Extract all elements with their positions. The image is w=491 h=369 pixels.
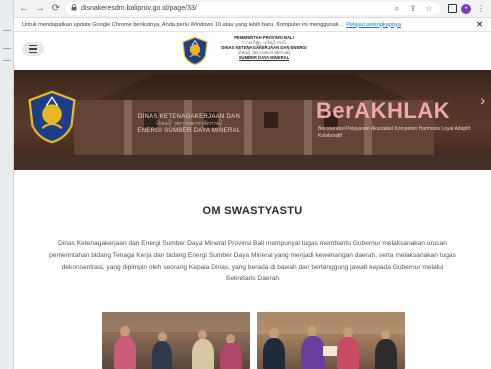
berakhlak-slogan: BerAKHLAK	[316, 98, 451, 123]
url-text[interactable]: disnakeresdm.baliprov.go.id/page/33/	[81, 5, 197, 12]
section-title: OM SWASTYASTU	[202, 205, 303, 217]
intro-paragraph: Dinas Ketenagakerjaan dan Energi Sumber …	[49, 240, 456, 283]
reload-icon[interactable]: ⟳	[50, 0, 62, 18]
hero-agency-line-3: ENERGI SUMBER DAYA MINERAL	[137, 128, 241, 134]
hero-banner: DINAS KETENAGAKERJAAN DAN ᬤᬶᬦᬲ᭄ ᬓᬾᬢᬾᬦᬕᬓᬾ…	[14, 70, 491, 170]
bali-emblem-large-icon	[28, 90, 76, 144]
bookmark-star-icon[interactable]: ☆	[423, 4, 435, 13]
hero-agency-text: DINAS KETENAGAKERJAAN DAN ᬤᬶᬦᬲ᭄ ᬓᬾᬢᬾᬦᬕᬓᬾ…	[94, 114, 284, 135]
search-icon[interactable]: ⌕	[391, 4, 403, 14]
header-institution-text: PEMERINTAH PROVINSI BALI ᬧᬾᬫᬾᬭᬶᬦ᭄ᬢᬄ ᬧ᭄ᬭᬧ…	[214, 35, 314, 61]
infobar-learn-more-link[interactable]: Pelajari selengkapnya	[346, 22, 401, 28]
activity-photo-1[interactable]	[102, 312, 250, 369]
address-bar[interactable]: disnakeresdm.baliprov.go.id/page/33/ ⌕ ⇪…	[66, 2, 440, 15]
header-line-5: SUMBER DAYA MINERAL	[238, 55, 290, 61]
hamburger-menu-button[interactable]	[22, 42, 44, 56]
browser-toolbar: ← → ⟳ disnakeresdm.baliprov.go.id/page/3…	[14, 0, 491, 18]
profile-avatar[interactable]: •	[461, 3, 471, 14]
activity-photo-2[interactable]	[257, 312, 405, 369]
share-icon[interactable]: ⇪	[407, 4, 419, 13]
left-window-edge	[0, 0, 14, 369]
infobar-message: Untuk mendapatkan update Google Chrome b…	[22, 21, 344, 28]
berakhlak-values: Berorientasi Pelayanan Akuntabel Kompete…	[318, 126, 471, 139]
lock-icon[interactable]	[71, 4, 77, 13]
forward-icon[interactable]: →	[34, 0, 46, 18]
extension-icon[interactable]	[448, 4, 457, 13]
bali-emblem-icon[interactable]	[180, 36, 210, 66]
infobar-close-icon[interactable]: ✕	[476, 20, 483, 29]
site-header: PEMERINTAH PROVINSI BALI ᬧᬾᬫᬾᬭᬶᬦ᭄ᬢᬄ ᬧ᭄ᬭᬧ…	[14, 32, 491, 70]
hero-agency-line-2: ᬤᬶᬦᬲ᭄ ᬓᬾᬢᬾᬦᬕᬓᬾᬃᬚᬵᬦ᭄	[155, 121, 223, 127]
back-icon[interactable]: ←	[18, 0, 30, 18]
update-infobar: Untuk mendapatkan update Google Chrome b…	[14, 18, 491, 32]
chrome-menu-icon[interactable]: ⋮	[475, 4, 487, 13]
hero-agency-line-1: DINAS KETENAGAKERJAAN DAN	[137, 114, 241, 120]
carousel-next-icon[interactable]: ›	[480, 92, 485, 108]
browser-window: ← → ⟳ disnakeresdm.baliprov.go.id/page/3…	[14, 0, 491, 369]
